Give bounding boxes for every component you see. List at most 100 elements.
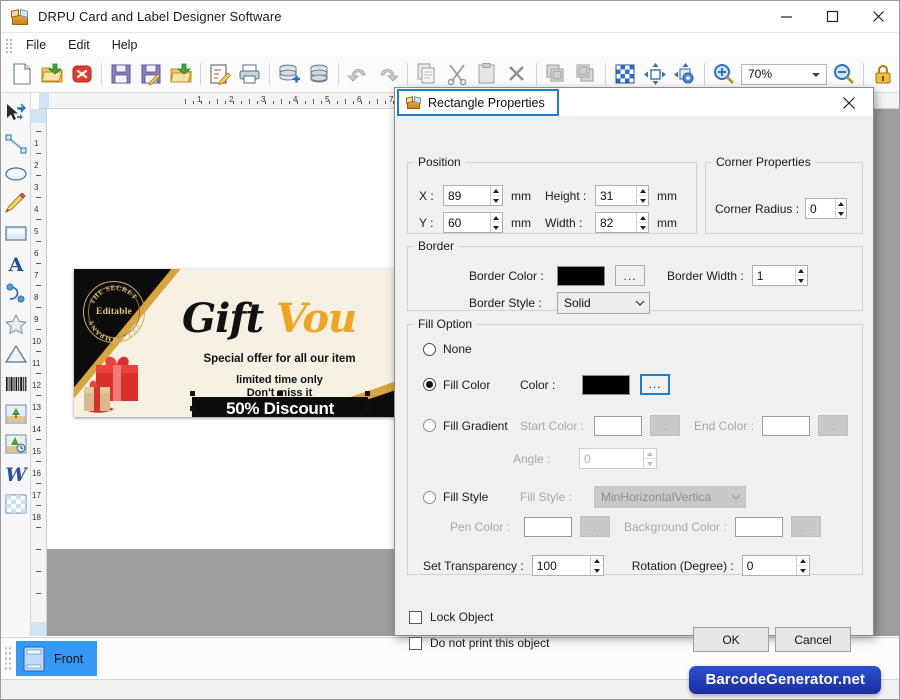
lock-object-checkbox[interactable] <box>409 610 422 624</box>
background-tool[interactable] <box>2 489 30 519</box>
wordart-tool[interactable]: W <box>2 459 30 489</box>
menu-edit[interactable]: Edit <box>57 35 101 55</box>
grid-checker-icon[interactable] <box>610 59 640 89</box>
selection-handle[interactable] <box>190 391 195 396</box>
gift-voucher-design[interactable]: THE SECRET XYZ COMPANY Editable Gift Vou… <box>74 269 404 417</box>
text-tool[interactable]: A <box>2 249 30 279</box>
edit-design-button[interactable] <box>205 59 235 89</box>
y-spinner[interactable]: 60 <box>443 212 503 233</box>
save-as-button[interactable] <box>136 59 166 89</box>
watermark-tool[interactable] <box>2 429 30 459</box>
fill-style-radio[interactable] <box>423 490 436 504</box>
fill-style-option[interactable]: Fill Style Fill Style : MinHorizontalVer… <box>423 486 746 508</box>
ellipse-tool[interactable] <box>2 159 30 189</box>
menu-grip[interactable] <box>4 36 12 53</box>
width-value[interactable]: 82 <box>596 213 636 232</box>
menu-help[interactable]: Help <box>101 35 149 55</box>
cut-button[interactable] <box>442 59 472 89</box>
add-database-button[interactable] <box>274 59 304 89</box>
minimize-icon[interactable] <box>763 1 809 33</box>
fill-color-swatch[interactable] <box>582 374 630 395</box>
rotation-value[interactable]: 0 <box>743 556 796 575</box>
page-tab-grip[interactable] <box>4 645 12 672</box>
border-width-spin-up[interactable] <box>795 266 807 276</box>
transparency-spin-down[interactable] <box>591 566 603 575</box>
border-color-browse-button[interactable]: ... <box>615 265 645 286</box>
border-width-spin-down[interactable] <box>796 276 807 285</box>
menu-file[interactable]: File <box>15 35 57 55</box>
discount-rectangle[interactable]: 50% Discount <box>192 397 368 417</box>
height-spinner[interactable]: 31 <box>595 185 649 206</box>
new-document-button[interactable] <box>7 59 37 89</box>
page-tab-front[interactable]: Front <box>16 641 98 676</box>
close-document-button[interactable] <box>67 59 97 89</box>
padlock-closed-icon[interactable] <box>868 59 898 89</box>
width-spinner-buttons[interactable] <box>636 213 648 232</box>
fill-gradient-radio[interactable] <box>423 419 436 432</box>
object-gear-icon[interactable] <box>670 59 700 89</box>
y-value[interactable]: 60 <box>444 213 490 232</box>
height-spin-up[interactable] <box>637 186 648 196</box>
height-spinner-buttons[interactable] <box>636 186 648 205</box>
close-icon[interactable] <box>855 1 899 33</box>
corner-radius-spin-up[interactable] <box>836 199 847 209</box>
open-document-button[interactable] <box>37 59 67 89</box>
selection-handle[interactable] <box>277 391 282 396</box>
border-style-combo[interactable]: Solid <box>557 292 650 314</box>
fill-gradient-option[interactable]: Fill Gradient Start Color : ... End Colo… <box>423 415 849 436</box>
zoom-level-combo[interactable]: 70% <box>741 63 827 85</box>
curve-tool[interactable] <box>2 279 30 309</box>
x-value[interactable]: 89 <box>444 186 490 205</box>
width-spinner[interactable]: 82 <box>595 212 649 233</box>
y-spinner-buttons[interactable] <box>489 213 502 232</box>
bring-front-button[interactable] <box>541 59 571 89</box>
rotation-spinner-buttons[interactable] <box>796 556 809 575</box>
select-tool[interactable] <box>2 99 30 129</box>
corner-radius-value[interactable]: 0 <box>806 199 835 218</box>
fill-none-radio[interactable] <box>423 342 436 356</box>
fill-none-option[interactable]: None <box>423 342 472 356</box>
selection-handle[interactable] <box>190 406 195 411</box>
save-button[interactable] <box>106 59 136 89</box>
redo-button[interactable] <box>373 59 403 89</box>
fill-color-browse-button[interactable]: ... <box>640 374 670 395</box>
zoom-in-button[interactable] <box>709 59 739 89</box>
transparency-spinner[interactable]: 100 <box>531 555 604 576</box>
border-width-spinner[interactable]: 1 <box>751 265 808 286</box>
company-seal[interactable]: THE SECRET XYZ COMPANY Editable <box>83 281 145 343</box>
border-width-spinner-buttons[interactable] <box>794 266 807 285</box>
undo-button[interactable] <box>343 59 373 89</box>
align-move-icon[interactable] <box>640 59 670 89</box>
rotation-spinner[interactable]: 0 <box>741 555 810 576</box>
border-width-value[interactable]: 1 <box>753 266 795 285</box>
dialog-close-icon[interactable] <box>829 88 869 117</box>
transparency-spinner-buttons[interactable] <box>589 556 603 575</box>
selection-handle[interactable] <box>365 406 370 411</box>
x-spin-down[interactable] <box>491 196 502 205</box>
paste-button[interactable] <box>472 59 502 89</box>
y-spin-down[interactable] <box>491 223 502 232</box>
y-spin-up[interactable] <box>490 213 502 223</box>
transparency-value[interactable]: 100 <box>533 556 590 575</box>
pencil-tool[interactable] <box>2 189 30 219</box>
rotation-spin-down[interactable] <box>797 566 809 575</box>
barcode-tool[interactable] <box>2 369 30 399</box>
transparency-spin-up[interactable] <box>590 556 603 566</box>
triangle-tool[interactable] <box>2 339 30 369</box>
image-tool[interactable] <box>2 399 30 429</box>
star-tool[interactable] <box>2 309 30 339</box>
height-value[interactable]: 31 <box>596 186 636 205</box>
corner-radius-spin-down[interactable] <box>836 209 846 218</box>
rectangle-tool[interactable] <box>2 219 30 249</box>
maximize-icon[interactable] <box>809 1 855 33</box>
fill-color-radio[interactable] <box>423 378 436 391</box>
rotation-spin-up[interactable] <box>797 556 809 566</box>
do-not-print-row[interactable]: Do not print this object <box>409 636 549 650</box>
print-button[interactable] <box>235 59 265 89</box>
x-spinner[interactable]: 89 <box>443 185 503 206</box>
send-back-button[interactable] <box>571 59 601 89</box>
line-tool[interactable] <box>2 129 30 159</box>
database-button[interactable] <box>304 59 334 89</box>
copy-button[interactable] <box>412 59 442 89</box>
cancel-button[interactable]: Cancel <box>775 627 851 652</box>
